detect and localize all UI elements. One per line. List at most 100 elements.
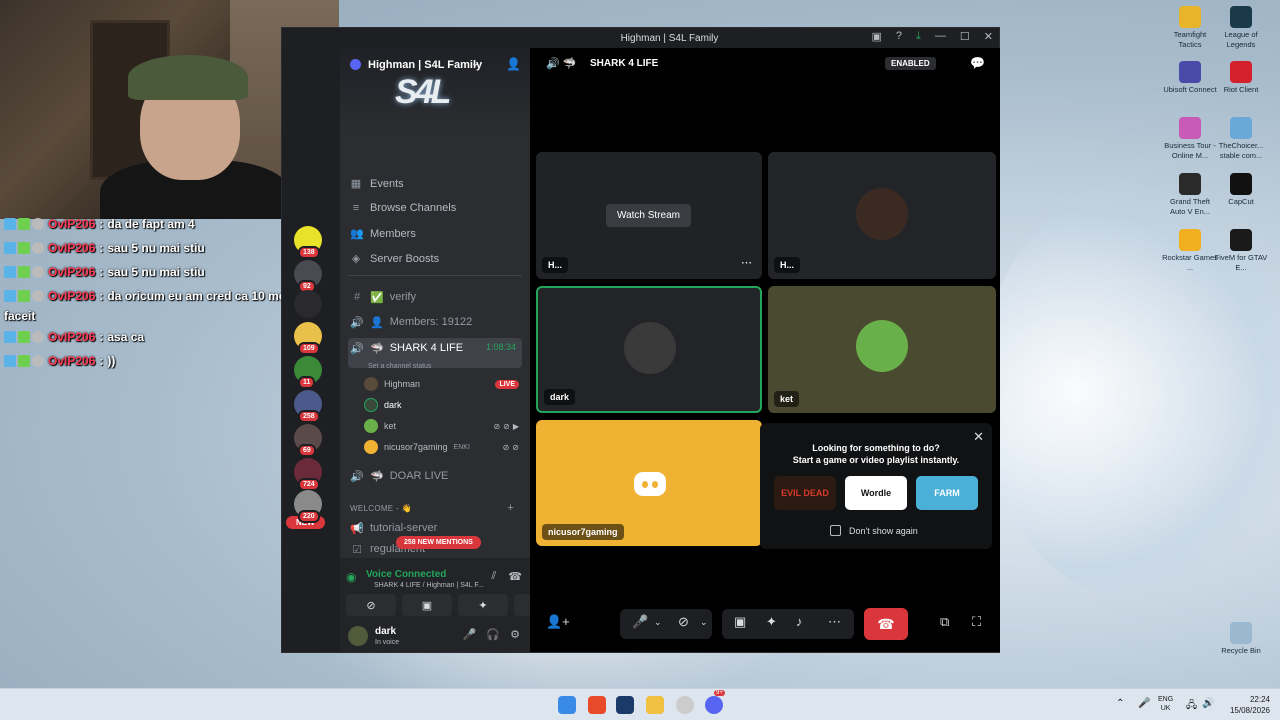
desktop-icon[interactable]: CapCut	[1213, 173, 1269, 207]
live-badge: LIVE	[495, 379, 519, 389]
start-icon[interactable]	[558, 696, 576, 714]
server-icon[interactable]: 220	[294, 490, 322, 523]
server-name[interactable]: Highman | S4L Family	[368, 59, 482, 71]
activities-button[interactable]: ✦	[458, 594, 508, 616]
tile-nicusor7gaming[interactable]: nicusor7gaming	[536, 420, 762, 546]
signal-icon[interactable]: ◉	[346, 570, 356, 584]
mic-icon[interactable]: 🎤	[463, 628, 477, 641]
soundboard-icon[interactable]: ♪	[796, 614, 803, 629]
discord-icon[interactable]	[705, 696, 723, 714]
channel-verify[interactable]: # ✅ verify	[348, 287, 522, 307]
channel-doar-live[interactable]: 🔊 🦈 DOAR LIVE	[348, 466, 522, 486]
tile-ket[interactable]: ket	[768, 286, 996, 413]
server-icon[interactable]: 11	[294, 356, 322, 389]
desktop-icon[interactable]: FiveM for GTAV E...	[1213, 229, 1269, 273]
desktop-icon[interactable]: Grand Theft Auto V En...	[1162, 173, 1218, 217]
dont-show-again[interactable]: Don't show again	[830, 525, 918, 536]
category-welcome[interactable]: WELCOME - 👋 +	[350, 502, 520, 514]
invite-icon[interactable]: 👤	[506, 57, 521, 71]
desktop-icon[interactable]: Rockstar Games ...	[1162, 229, 1218, 273]
voice-user-nicusor7gaming[interactable]: nicusor7gaming ENKI ⊘ ⊘	[364, 440, 519, 454]
server-icon[interactable]: 92	[294, 260, 322, 293]
app-icon	[1179, 117, 1201, 139]
server-icon[interactable]: 138	[294, 226, 322, 259]
chat-message: ))	[107, 354, 116, 368]
desktop-icon[interactable]: Ubisoft Connect	[1162, 61, 1218, 95]
tile-highman[interactable]: H...	[768, 152, 996, 279]
user-name[interactable]: dark	[375, 626, 396, 637]
enabled-badge[interactable]: ENABLED	[885, 57, 936, 70]
game-evil-dead[interactable]: EVIL DEAD	[774, 476, 836, 510]
volume-icon[interactable]: 🔊	[1202, 698, 1214, 709]
desktop-icon[interactable]: Riot Client	[1213, 61, 1269, 95]
game-wordle[interactable]: Wordle	[845, 476, 907, 510]
network-icon[interactable]: 🖧	[1186, 698, 1197, 715]
add-user-icon[interactable]: 👤+	[546, 614, 570, 630]
server-icon[interactable]: 724	[294, 458, 322, 491]
menu-label: Browse Channels	[370, 202, 457, 214]
voice-user-highman[interactable]: Highman LIVE	[364, 377, 519, 391]
file-explorer-icon[interactable]	[646, 696, 664, 714]
close-button[interactable]: ✕	[984, 30, 993, 43]
chevron-down-icon[interactable]: ⌄	[700, 617, 708, 628]
screen-share-button[interactable]: ▣	[402, 594, 452, 616]
desktop-icon[interactable]: League of Legends	[1213, 6, 1269, 50]
minimize-button[interactable]: —	[935, 30, 946, 43]
camera-button[interactable]: ⊘	[346, 594, 396, 616]
menu-server-boosts[interactable]: ◈ Server Boosts	[350, 252, 439, 266]
desktop-icon[interactable]: Recycle Bin	[1213, 622, 1269, 656]
mic-icon[interactable]: 🎤	[1138, 698, 1150, 709]
voice-connected-title[interactable]: Voice Connected	[366, 569, 446, 580]
desktop-icon[interactable]: TheChoicer... stable com...	[1213, 117, 1269, 161]
maximize-button[interactable]: ☐	[960, 30, 970, 43]
more-icon[interactable]: ⋯	[741, 256, 752, 269]
avatar[interactable]	[348, 626, 368, 646]
checkbox[interactable]	[830, 525, 841, 536]
channel-tutorial-server[interactable]: 📢 tutorial-server	[348, 518, 522, 538]
game-farm[interactable]: FARM	[916, 476, 978, 510]
voice-user-dark[interactable]: dark	[364, 398, 519, 412]
obs-icon[interactable]	[676, 696, 694, 714]
camera-off-icon[interactable]: ⊘	[678, 614, 689, 630]
clock[interactable]: 22:24 15/08/2026	[1222, 694, 1270, 716]
add-channel-icon[interactable]: +	[507, 502, 514, 514]
steam-icon[interactable]	[616, 696, 634, 714]
chevron-up-icon[interactable]: ⌃	[1116, 698, 1124, 709]
server-icon[interactable]: 69	[294, 424, 322, 457]
server-header[interactable]: Highman | S4L Family ⌄ 👤 S4L	[340, 48, 530, 136]
tile-dark[interactable]: dark	[536, 286, 762, 413]
noise-suppression-icon[interactable]: ⫽	[491, 570, 496, 583]
server-icon[interactable]	[294, 290, 322, 318]
activities-icon[interactable]: ✦	[766, 614, 777, 630]
new-mentions-pill[interactable]: 258 NEW MENTIONS	[396, 536, 481, 549]
menu-members[interactable]: 👥 Members	[350, 227, 416, 241]
chevron-down-icon[interactable]: ⌄	[471, 58, 479, 69]
menu-browse-channels[interactable]: ≡ Browse Channels	[350, 202, 456, 214]
chevron-down-icon[interactable]: ⌄	[654, 617, 662, 628]
desktop-icon[interactable]: Business Tour - Online M...	[1162, 117, 1218, 161]
tile-highman-stream[interactable]: Watch Stream H... ⋯	[536, 152, 762, 279]
channel-members-count[interactable]: 🔊 👤 Members: 19122	[348, 312, 522, 332]
brave-icon[interactable]	[588, 696, 606, 714]
screen-share-icon[interactable]: ▣	[734, 614, 746, 630]
language-indicator[interactable]: ENG UK	[1158, 695, 1173, 713]
mic-icon[interactable]: 🎤	[632, 614, 648, 630]
disconnect-icon[interactable]: ☎	[508, 570, 522, 583]
inbox-icon[interactable]: ▣	[872, 30, 882, 43]
server-icon[interactable]: 109	[294, 322, 322, 355]
disconnect-button[interactable]: ☎	[864, 608, 908, 640]
download-icon[interactable]: ⤓	[916, 30, 921, 43]
headphones-icon[interactable]: 🎧	[486, 628, 500, 641]
desktop-icon[interactable]: Teamfight Tactics	[1162, 6, 1218, 50]
server-icon[interactable]: 258	[294, 390, 322, 423]
popout-icon[interactable]: ⧉	[940, 614, 949, 630]
menu-events[interactable]: ▦ Events	[350, 177, 404, 191]
help-icon[interactable]: ?	[896, 30, 902, 43]
voice-user-ket[interactable]: ket ⊘ ⊘ ▶	[364, 419, 519, 433]
more-icon[interactable]: ⋯	[828, 614, 841, 630]
chat-bubble-icon[interactable]: 💬	[970, 56, 985, 70]
channel-status-input[interactable]: Set a channel status	[368, 363, 431, 370]
gear-icon[interactable]: ⚙	[510, 628, 520, 641]
fullscreen-icon[interactable]: ⛶	[972, 614, 981, 630]
watch-stream-button[interactable]: Watch Stream	[606, 204, 691, 227]
